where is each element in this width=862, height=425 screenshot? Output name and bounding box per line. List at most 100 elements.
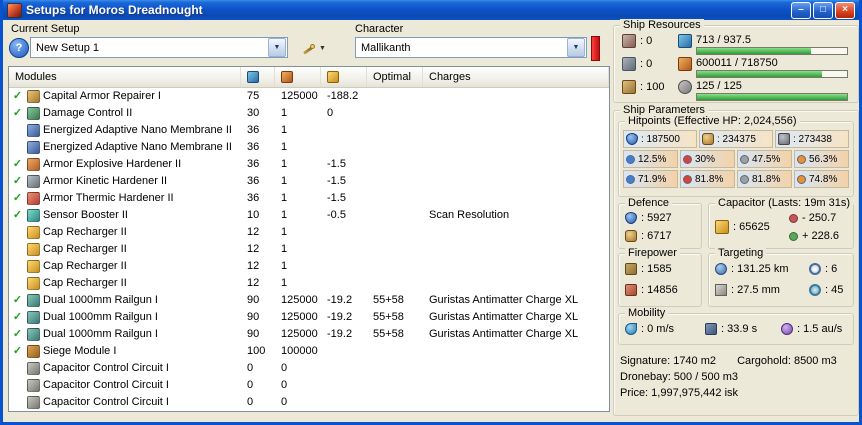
kinetic-damage-icon — [740, 154, 749, 164]
module-charges-value: Guristas Antimatter Charge XL — [429, 328, 579, 340]
warp-speed-value: : 1.5 au/s — [797, 323, 843, 335]
setup-tools-button[interactable]: ▼ — [295, 37, 333, 60]
module-charges-value — [423, 394, 609, 411]
shield-resist-em: 12.5% — [623, 150, 678, 168]
module-optimal-value — [367, 360, 423, 377]
module-optimal-value: 55+58 — [373, 328, 404, 340]
module-cap-value: -19.2 — [327, 294, 353, 306]
table-row[interactable]: Cap Recharger II 12 1 — [9, 241, 609, 258]
module-active-check-icon: ✓ — [12, 192, 23, 204]
module-type-icon — [27, 277, 40, 290]
module-type-icon — [27, 396, 40, 409]
module-cpu-value: 12 — [247, 226, 260, 238]
module-active-check-icon: ✓ — [12, 107, 23, 119]
table-row[interactable]: ✓ Dual 1000mm Railgun I 90 125000 -19.2 … — [9, 309, 609, 326]
table-row[interactable]: Capacitor Control Circuit I 0 0 — [9, 394, 609, 411]
volley-value: : 14856 — [641, 284, 678, 296]
dronebay-line: Dronebay: 500 / 500 m3 — [620, 371, 738, 383]
module-active-check-icon: ✓ — [12, 328, 23, 340]
table-row[interactable]: ✓ Sensor Booster II 10 1 -0.5 Scan Resol… — [9, 207, 609, 224]
charges-column-header[interactable]: Charges — [423, 67, 609, 87]
titlebar[interactable]: Setups for Moros Dreadnought – □ × — [3, 0, 859, 20]
dronebay-value: Dronebay: 500 / 500 m3 — [620, 371, 739, 383]
module-optimal-value — [367, 241, 423, 258]
setup-dropdown[interactable]: New Setup 1 — [30, 37, 288, 58]
table-row[interactable]: ✓ Armor Kinetic Hardener II 36 1 -1.5 — [9, 173, 609, 190]
powergrid-column-header[interactable] — [275, 67, 321, 87]
module-cap-value — [321, 224, 367, 241]
module-charges-value — [423, 377, 609, 394]
module-cpu-value: 36 — [247, 158, 260, 170]
table-row[interactable]: Capacitor Control Circuit I 0 0 — [9, 360, 609, 377]
sensor-strength-row: : 45 — [809, 284, 843, 296]
module-optimal-value — [367, 139, 423, 156]
module-type-icon — [27, 260, 40, 273]
table-row[interactable]: Cap Recharger II 12 1 — [9, 258, 609, 275]
em-damage-icon — [626, 174, 635, 184]
armor-icon — [702, 133, 714, 145]
module-charges-value: Scan Resolution — [429, 209, 510, 221]
table-row[interactable]: ✓ Siege Module I 100 100000 — [9, 343, 609, 360]
defence-value-1-row: : 5927 — [625, 212, 672, 224]
module-active-check-icon: ✓ — [12, 158, 23, 170]
ship-resources-panel: Ship Resources : 0 713 / 937.5 : 0 60001… — [613, 19, 859, 103]
table-row[interactable]: ✓ Dual 1000mm Railgun I 90 125000 -19.2 … — [9, 326, 609, 343]
optimal-column-header[interactable]: Optimal — [367, 67, 423, 87]
modules-column-header[interactable]: Modules — [9, 67, 241, 87]
module-type-icon — [27, 294, 40, 307]
help-icon[interactable]: ? — [9, 38, 29, 58]
module-optimal-value — [367, 394, 423, 411]
table-row[interactable]: Energized Adaptive Nano Membrane II 36 1 — [9, 139, 609, 156]
table-row[interactable]: ✓ Dual 1000mm Railgun I 90 125000 -19.2 … — [9, 292, 609, 309]
resource-row-launchers-powergrid: : 0 600011 / 718750 — [622, 57, 848, 78]
chevron-down-icon[interactable] — [567, 38, 585, 57]
cpu-column-header[interactable] — [241, 67, 275, 87]
module-cap-value — [321, 275, 367, 292]
module-type-icon — [27, 209, 40, 222]
kinetic-damage-icon — [740, 174, 749, 184]
character-dropdown[interactable]: Mallikanth — [355, 37, 587, 58]
table-row[interactable]: ✓ Damage Control II 30 1 0 — [9, 105, 609, 122]
cpu-usage-bar — [696, 47, 848, 55]
resistances-grid: 12.5% 30% 47.5% 56.3% 71.9% 81.8% 81.8% 74.8% — [623, 150, 849, 188]
shield-defence-icon — [625, 212, 637, 224]
capacitor-panel: Capacitor (Lasts: 19m 31s) : 65625 - 250… — [708, 197, 854, 249]
module-type-icon — [27, 243, 40, 256]
close-button[interactable]: × — [835, 1, 855, 19]
chevron-down-icon[interactable] — [268, 38, 286, 57]
module-cap-value: -1.5 — [327, 192, 346, 204]
table-row[interactable]: ✓ Capital Armor Repairer I 75 125000 -18… — [9, 88, 609, 105]
drone-bandwidth-bar — [696, 93, 848, 101]
module-cap-value: -19.2 — [327, 328, 353, 340]
table-row[interactable]: ✓ Armor Explosive Hardener II 36 1 -1.5 — [9, 156, 609, 173]
table-row[interactable]: Cap Recharger II 12 1 — [9, 275, 609, 292]
module-active-check-icon: ✓ — [12, 311, 23, 323]
table-row[interactable]: ✓ Armor Thermic Hardener II 36 1 -1.5 — [9, 190, 609, 207]
wand-icon — [302, 42, 316, 56]
warp-speed-icon — [781, 323, 793, 335]
module-name: Cap Recharger II — [43, 260, 127, 272]
module-powergrid-value: 0 — [281, 362, 288, 374]
modules-table-header[interactable]: Modules Optimal Charges — [9, 67, 609, 88]
capacitor-column-header[interactable] — [321, 67, 367, 87]
module-cpu-value: 36 — [247, 124, 260, 136]
sensor-strength-value: : 45 — [825, 284, 844, 296]
ship-parameters-panel: Ship Parameters Hitpoints (Effective HP:… — [613, 104, 859, 416]
defence-value-2-row: : 6717 — [625, 230, 672, 242]
module-cpu-value: 75 — [247, 90, 260, 102]
table-row[interactable]: Energized Adaptive Nano Membrane II 36 1 — [9, 122, 609, 139]
defence-panel: Defence : 5927 : 6717 — [618, 197, 702, 249]
module-powergrid-value: 1 — [281, 141, 288, 153]
module-type-icon — [27, 362, 40, 375]
maximize-button[interactable]: □ — [813, 1, 833, 19]
module-cap-value — [321, 258, 367, 275]
module-cpu-value: 90 — [247, 328, 260, 340]
module-charges-value — [423, 275, 609, 292]
launcher-hardpoints-icon — [622, 57, 636, 71]
defence-value-1: : 5927 — [641, 212, 672, 224]
table-row[interactable]: Capacitor Control Circuit I 0 0 — [9, 377, 609, 394]
table-row[interactable]: Cap Recharger II 12 1 — [9, 224, 609, 241]
module-type-icon — [27, 175, 40, 188]
minimize-button[interactable]: – — [791, 1, 811, 19]
module-cap-value: -19.2 — [327, 311, 353, 323]
